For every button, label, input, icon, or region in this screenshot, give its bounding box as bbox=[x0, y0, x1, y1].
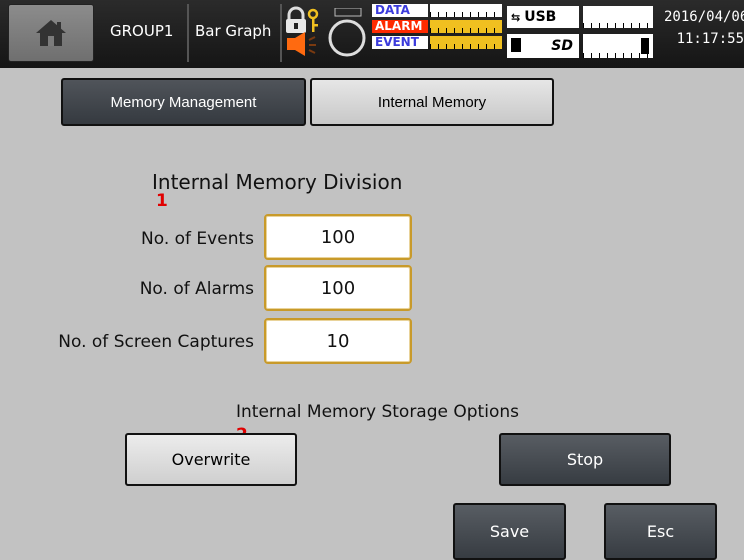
date-display: 2016/04/06 bbox=[664, 9, 744, 25]
screen-captures-label: No. of Screen Captures bbox=[58, 332, 254, 352]
data-level-bar bbox=[430, 4, 502, 17]
event-indicator: EVENT bbox=[372, 36, 428, 49]
usb-label: USB bbox=[524, 9, 557, 25]
home-icon bbox=[36, 20, 66, 46]
sd-level-bar bbox=[583, 34, 653, 58]
record-status-icon bbox=[325, 7, 369, 60]
usb-icon: ⇆ bbox=[511, 10, 521, 24]
datetime: 2016/04/06 11:17:55 bbox=[664, 6, 744, 64]
divider bbox=[280, 4, 282, 62]
alarms-field[interactable]: 100 bbox=[264, 265, 412, 311]
overwrite-button[interactable]: Overwrite bbox=[125, 433, 297, 486]
storage-title: Internal Memory Storage Options bbox=[236, 402, 519, 422]
data-indicator: DATA bbox=[372, 4, 428, 17]
sd-status: SD bbox=[507, 34, 579, 58]
divider bbox=[187, 4, 189, 62]
esc-button[interactable]: Esc bbox=[604, 503, 717, 560]
event-level-bar bbox=[430, 36, 502, 49]
stop-button[interactable]: Stop bbox=[499, 433, 671, 486]
sd-label: SD bbox=[551, 38, 573, 54]
storage-devices: ⇆ USB SD bbox=[507, 0, 657, 68]
save-button[interactable]: Save bbox=[453, 503, 566, 560]
events-label: No. of Events bbox=[141, 229, 254, 249]
memory-indicators: DATA ALARM EVENT bbox=[372, 0, 502, 68]
alarm-level-bar bbox=[430, 20, 502, 33]
division-title: Internal Memory Division bbox=[152, 170, 403, 194]
lock-status bbox=[285, 4, 321, 62]
time-display: 11:17:55 bbox=[676, 31, 744, 47]
group-label[interactable]: GROUP1 bbox=[110, 22, 173, 40]
alarms-label: No. of Alarms bbox=[139, 279, 254, 299]
alarm-indicator: ALARM bbox=[372, 20, 428, 33]
sd-card-icon bbox=[511, 38, 521, 52]
tab-memory-management[interactable]: Memory Management bbox=[61, 78, 306, 126]
events-field[interactable]: 100 bbox=[264, 214, 412, 260]
lock-icon bbox=[286, 6, 319, 56]
status-bar: GROUP1 Bar Graph DATA ALARM EVENT ⇆ USB … bbox=[0, 0, 744, 68]
view-label[interactable]: Bar Graph bbox=[195, 22, 271, 40]
usb-level-bar bbox=[583, 6, 653, 28]
home-button[interactable] bbox=[8, 4, 94, 62]
usb-status: ⇆ USB bbox=[507, 6, 579, 28]
screen-captures-field[interactable]: 10 bbox=[264, 318, 412, 364]
marker-1: 1 bbox=[156, 191, 168, 211]
tab-internal-memory[interactable]: Internal Memory bbox=[310, 78, 554, 126]
